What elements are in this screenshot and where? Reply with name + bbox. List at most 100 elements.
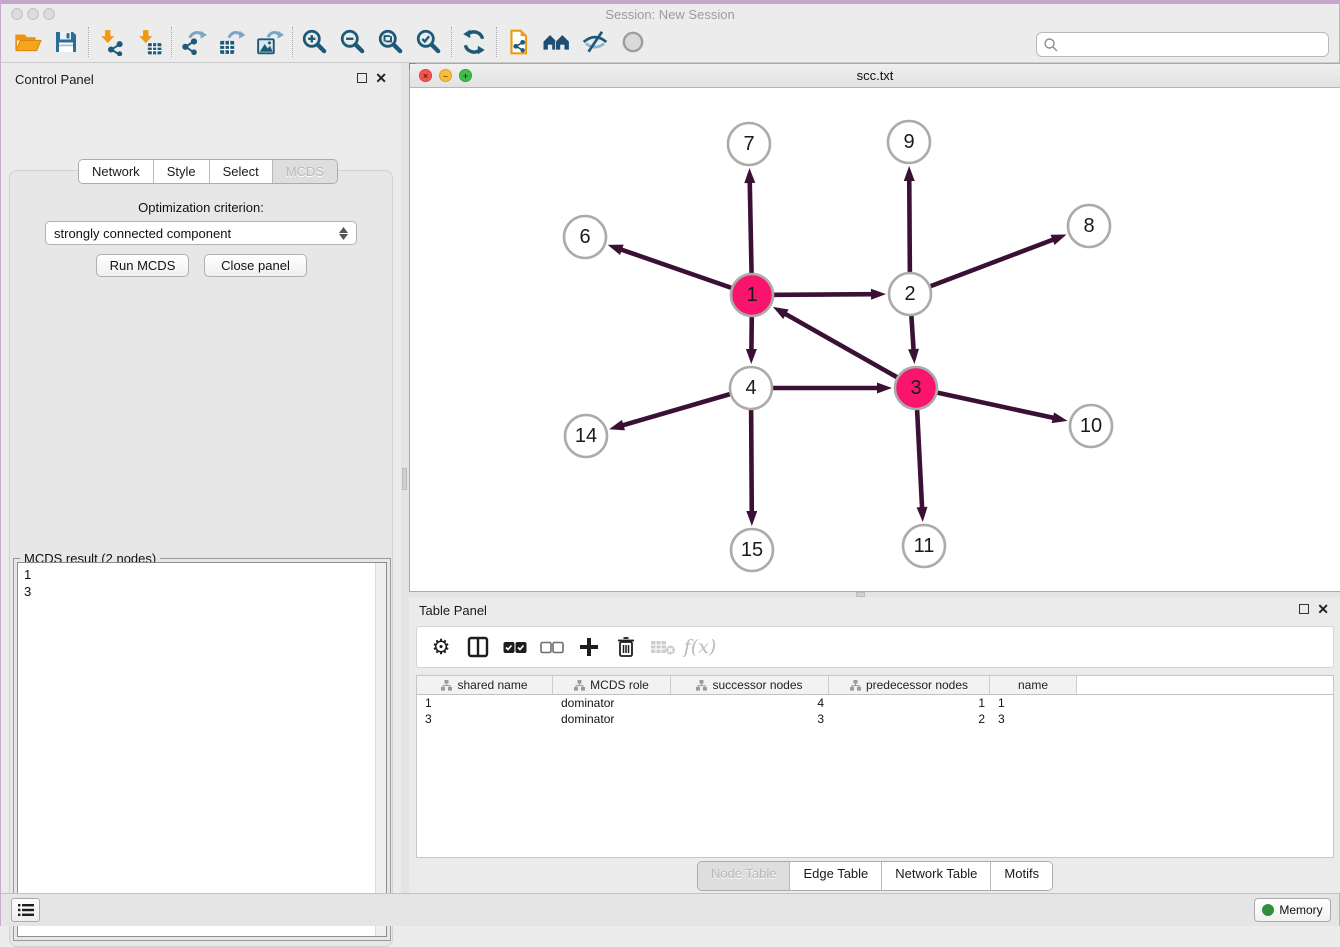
tab-network-table[interactable]: Network Table: [881, 862, 990, 890]
toolbar-separator: [88, 27, 89, 57]
toolbar-separator: [171, 27, 172, 57]
open-folder-icon[interactable]: [9, 25, 47, 59]
preview-eye-icon[interactable]: [614, 25, 652, 59]
tab-edge-table[interactable]: Edge Table: [789, 862, 881, 890]
float-panel-icon[interactable]: [1299, 604, 1309, 614]
node-label: 8: [1083, 215, 1094, 237]
graph-node-3[interactable]: 3: [895, 367, 937, 409]
save-session-icon[interactable]: [47, 25, 85, 59]
table-header-row: shared nameMCDS rolesuccessor nodesprede…: [417, 676, 1333, 695]
mcds-result-values: 1 3: [24, 566, 31, 600]
memory-label: Memory: [1279, 903, 1322, 917]
graph-node-7[interactable]: 7: [728, 123, 770, 165]
cell-name[interactable]: 1: [990, 696, 1077, 710]
tab-network[interactable]: Network: [79, 160, 153, 183]
tab-motifs[interactable]: Motifs: [990, 862, 1052, 890]
graph-node-6[interactable]: 6: [564, 216, 606, 258]
search-input[interactable]: [1036, 32, 1329, 57]
edge-2-8[interactable]: [910, 235, 1067, 294]
graph-node-4[interactable]: 4: [730, 367, 772, 409]
cell-predecessor-nodes[interactable]: 1: [829, 696, 990, 710]
network-window-titlebar[interactable]: × – + scc.txt: [410, 64, 1340, 88]
delete-column-icon[interactable]: [612, 632, 640, 662]
graph-node-10[interactable]: 10: [1070, 405, 1112, 447]
result-scrollbar[interactable]: [375, 563, 386, 936]
node-label: 11: [914, 535, 935, 557]
edge-1-6[interactable]: [608, 245, 752, 295]
select-all-icon[interactable]: [501, 632, 529, 662]
network-view-window: × – + scc.txt 7 9 6 8 1 2 4 3 14 10 15 11: [409, 63, 1340, 592]
search-container: [1036, 32, 1329, 57]
float-panel-icon[interactable]: [357, 73, 367, 83]
graph-node-11[interactable]: 11: [903, 525, 945, 567]
run-mcds-button[interactable]: Run MCDS: [96, 254, 189, 277]
cell-shared-name[interactable]: 3: [417, 712, 553, 726]
settings-gear-icon[interactable]: ⚙: [427, 632, 455, 662]
tab-node-table[interactable]: Node Table: [698, 862, 790, 890]
table-body: 1dominator4113dominator323: [417, 695, 1333, 727]
edge-3-10[interactable]: [916, 388, 1068, 423]
close-panel-icon[interactable]: ✕: [1317, 604, 1329, 614]
tab-select[interactable]: Select: [209, 160, 272, 183]
tab-mcds[interactable]: MCDS: [272, 160, 337, 183]
cell-successor-nodes[interactable]: 4: [671, 696, 829, 710]
table-panel-title: Table Panel: [419, 603, 487, 618]
network-window-title: scc.txt: [410, 68, 1340, 83]
search-icon: [1043, 37, 1059, 53]
add-column-icon[interactable]: [575, 632, 603, 662]
cell-name[interactable]: 3: [990, 712, 1077, 726]
graph-node-15[interactable]: 15: [731, 529, 773, 571]
cell-MCDS-role[interactable]: dominator: [553, 712, 671, 726]
tab-style[interactable]: Style: [153, 160, 209, 183]
zoom-in-icon[interactable]: [296, 25, 334, 59]
import-network-icon[interactable]: [92, 25, 130, 59]
main-toolbar: [1, 22, 1339, 63]
node-label: 3: [910, 377, 921, 399]
column-header-successor-nodes[interactable]: successor nodes: [671, 676, 829, 694]
zoom-fit-icon[interactable]: [372, 25, 410, 59]
column-header-predecessor-nodes[interactable]: predecessor nodes: [829, 676, 990, 694]
node-table[interactable]: shared nameMCDS rolesuccessor nodesprede…: [416, 675, 1334, 858]
splitter-grip[interactable]: [402, 468, 407, 490]
refresh-layout-icon[interactable]: [455, 25, 493, 59]
table-row[interactable]: 3dominator323: [417, 711, 1333, 727]
export-image-icon[interactable]: [251, 25, 289, 59]
graph-node-9[interactable]: 9: [888, 121, 930, 163]
vertical-splitter[interactable]: [401, 63, 409, 893]
export-table-icon[interactable]: [213, 25, 251, 59]
cell-successor-nodes[interactable]: 3: [671, 712, 829, 726]
column-header-name[interactable]: name: [990, 676, 1077, 694]
list-icon: [18, 903, 34, 917]
graph-node-2[interactable]: 2: [889, 273, 931, 315]
memory-button[interactable]: Memory: [1254, 898, 1331, 922]
close-panel-icon[interactable]: ✕: [375, 73, 387, 83]
close-panel-button[interactable]: Close panel: [204, 254, 307, 277]
task-history-button[interactable]: [11, 898, 40, 922]
column-view-icon[interactable]: [464, 632, 492, 662]
deselect-all-icon[interactable]: [538, 632, 566, 662]
cell-MCDS-role[interactable]: dominator: [553, 696, 671, 710]
graph-node-14[interactable]: 14: [565, 415, 607, 457]
graph-node-1[interactable]: 1: [731, 274, 773, 316]
export-network-icon[interactable]: [175, 25, 213, 59]
zoom-selected-icon[interactable]: [410, 25, 448, 59]
home-icon[interactable]: [538, 25, 576, 59]
table-row[interactable]: 1dominator411: [417, 695, 1333, 711]
table-toolbar: ⚙ f(x): [416, 626, 1334, 668]
import-table-icon[interactable]: [130, 25, 168, 59]
criterion-dropdown[interactable]: strongly connected component: [45, 221, 357, 245]
column-header-MCDS-role[interactable]: MCDS role: [553, 676, 671, 694]
graph-node-8[interactable]: 8: [1068, 205, 1110, 247]
mcds-result-list[interactable]: 1 3: [17, 562, 387, 937]
window-titlebar[interactable]: Session: New Session: [1, 4, 1339, 22]
clone-network-icon[interactable]: [500, 25, 538, 59]
column-header-shared-name[interactable]: shared name: [417, 676, 553, 694]
edge-3-1[interactable]: [773, 307, 916, 388]
network-graph-canvas[interactable]: 7 9 6 8 1 2 4 3 14 10 15 11: [410, 88, 1340, 591]
hierarchy-icon: [441, 680, 452, 691]
function-builder-icon: f(x): [686, 632, 714, 662]
cell-shared-name[interactable]: 1: [417, 696, 553, 710]
zoom-out-icon[interactable]: [334, 25, 372, 59]
hide-panels-icon[interactable]: [576, 25, 614, 59]
cell-predecessor-nodes[interactable]: 2: [829, 712, 990, 726]
